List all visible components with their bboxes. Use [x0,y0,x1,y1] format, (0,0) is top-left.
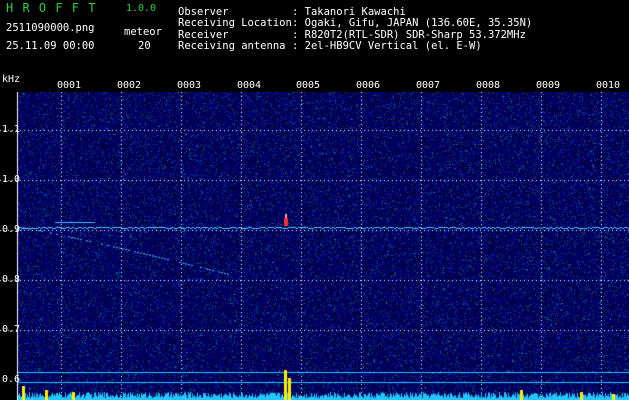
x-tick: 0009 [536,80,561,91]
x-tick: 0001 [57,80,82,91]
y-tick: 0.9 [2,224,21,235]
y-tick: 0.8 [2,274,21,285]
info-antenna-label: Receiving antenna [178,40,286,52]
meteor-label: meteor [124,26,162,38]
hrofft-window: H R O F F T 1.0.0 2511090000.png 25.11.0… [0,0,629,400]
filename: 2511090000.png [6,22,95,34]
info-antenna-value: : 2el-HB9CV Vertical (el. E-W) [292,40,482,52]
x-tick: 0002 [117,80,142,91]
spectrogram [0,92,629,400]
x-tick: 0004 [237,80,262,91]
axis-unit: kHz [2,74,21,85]
info-location-value: : Ogaki, Gifu, JAPAN (136.60E, 35.35N) [292,17,533,29]
x-tick: 0006 [356,80,381,91]
info-location-label: Receiving Location [178,17,292,29]
datetime: 25.11.09 00:00 [6,40,95,52]
app-version: 1.0.0 [126,3,157,14]
x-tick: 0005 [296,80,321,91]
meteor-count: 20 [138,40,151,52]
y-tick: 0.6 [2,374,21,385]
y-tick: 1.0 [2,174,21,185]
x-tick: 0010 [596,80,621,91]
x-tick: 0007 [416,80,441,91]
y-tick: 0.7 [2,324,21,335]
x-tick: 0003 [177,80,202,91]
x-tick: 0008 [476,80,501,91]
app-title: H R O F F T [6,1,97,15]
y-tick: 1.1 [2,124,21,135]
